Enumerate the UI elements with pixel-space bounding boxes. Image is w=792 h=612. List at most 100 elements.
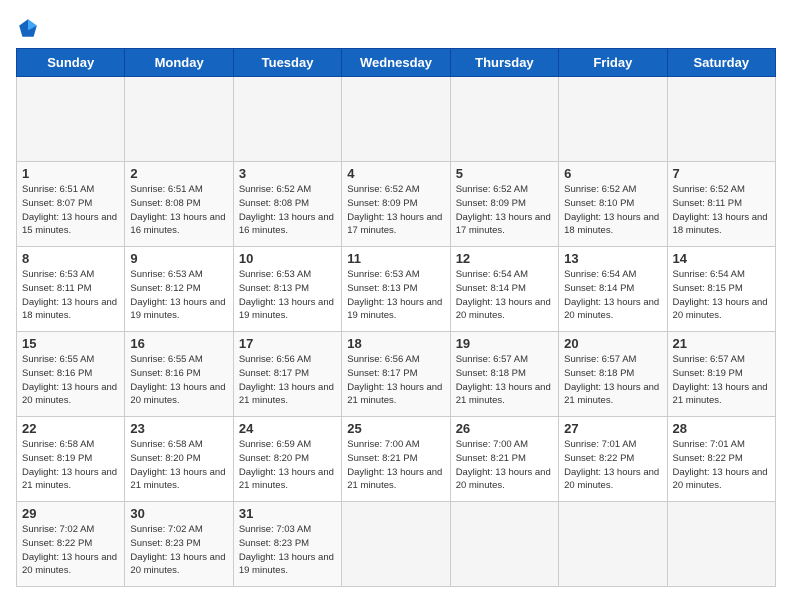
calendar-cell: 21 Sunrise: 6:57 AMSunset: 8:19 PMDayligh… <box>667 332 775 417</box>
calendar-cell: 29 Sunrise: 7:02 AMSunset: 8:22 PMDayligh… <box>17 502 125 587</box>
calendar-cell: 30Sunrise: 7:02 AMSunset: 8:23 PMDayligh… <box>125 502 233 587</box>
day-detail: Sunrise: 6:54 AMSunset: 8:14 PMDaylight:… <box>564 268 661 323</box>
calendar-cell: 19 Sunrise: 6:57 AMSunset: 8:18 PMDayligh… <box>450 332 558 417</box>
day-of-week-header: Thursday <box>450 49 558 77</box>
day-number: 14 <box>673 251 770 266</box>
calendar-cell: 16 Sunrise: 6:55 AMSunset: 8:16 PMDayligh… <box>125 332 233 417</box>
calendar-week-row: 29 Sunrise: 7:02 AMSunset: 8:22 PMDayligh… <box>17 502 776 587</box>
calendar-cell: 4Sunrise: 6:52 AMSunset: 8:09 PMDaylight… <box>342 162 450 247</box>
calendar-cell: 3Sunrise: 6:52 AMSunset: 8:08 PMDaylight… <box>233 162 341 247</box>
day-number: 23 <box>130 421 227 436</box>
page-header <box>16 16 776 40</box>
day-detail: Sunrise: 6:55 AMSunset: 8:16 PMDaylight:… <box>130 353 227 408</box>
calendar-week-row <box>17 77 776 162</box>
calendar-week-row: 15 Sunrise: 6:55 AMSunset: 8:16 PMDayligh… <box>17 332 776 417</box>
day-detail: Sunrise: 7:02 AMSunset: 8:22 PMDaylight:… <box>22 523 119 578</box>
day-detail: Sunrise: 6:56 AMSunset: 8:17 PMDaylight:… <box>239 353 336 408</box>
day-number: 7 <box>673 166 770 181</box>
day-detail: Sunrise: 7:01 AMSunset: 8:22 PMDaylight:… <box>564 438 661 493</box>
day-of-week-header: Sunday <box>17 49 125 77</box>
day-of-week-header: Friday <box>559 49 667 77</box>
calendar-cell: 9Sunrise: 6:53 AMSunset: 8:12 PMDaylight… <box>125 247 233 332</box>
day-number: 16 <box>130 336 227 351</box>
day-number: 2 <box>130 166 227 181</box>
day-detail: Sunrise: 6:53 AMSunset: 8:13 PMDaylight:… <box>239 268 336 323</box>
day-detail: Sunrise: 6:54 AMSunset: 8:14 PMDaylight:… <box>456 268 553 323</box>
day-detail: Sunrise: 6:55 AMSunset: 8:16 PMDaylight:… <box>22 353 119 408</box>
calendar-cell: 13 Sunrise: 6:54 AMSunset: 8:14 PMDayligh… <box>559 247 667 332</box>
calendar-cell: 7 Sunrise: 6:52 AMSunset: 8:11 PMDaylight… <box>667 162 775 247</box>
day-number: 24 <box>239 421 336 436</box>
day-detail: Sunrise: 6:53 AMSunset: 8:12 PMDaylight:… <box>130 268 227 323</box>
day-detail: Sunrise: 7:00 AMSunset: 8:21 PMDaylight:… <box>347 438 444 493</box>
calendar-week-row: 8 Sunrise: 6:53 AMSunset: 8:11 PMDaylight… <box>17 247 776 332</box>
calendar-cell <box>450 502 558 587</box>
day-detail: Sunrise: 6:52 AMSunset: 8:09 PMDaylight:… <box>456 183 553 238</box>
calendar-cell: 15 Sunrise: 6:55 AMSunset: 8:16 PMDayligh… <box>17 332 125 417</box>
day-number: 22 <box>22 421 119 436</box>
calendar-cell: 12 Sunrise: 6:54 AMSunset: 8:14 PMDayligh… <box>450 247 558 332</box>
calendar-cell: 26 Sunrise: 7:00 AMSunset: 8:21 PMDayligh… <box>450 417 558 502</box>
day-number: 6 <box>564 166 661 181</box>
day-detail: Sunrise: 6:53 AMSunset: 8:13 PMDaylight:… <box>347 268 444 323</box>
calendar-cell: 24 Sunrise: 6:59 AMSunset: 8:20 PMDayligh… <box>233 417 341 502</box>
calendar-week-row: 22Sunrise: 6:58 AMSunset: 8:19 PMDayligh… <box>17 417 776 502</box>
day-number: 1 <box>22 166 119 181</box>
day-detail: Sunrise: 6:57 AMSunset: 8:19 PMDaylight:… <box>673 353 770 408</box>
day-of-week-header: Saturday <box>667 49 775 77</box>
calendar-cell <box>233 77 341 162</box>
day-number: 21 <box>673 336 770 351</box>
day-number: 31 <box>239 506 336 521</box>
day-detail: Sunrise: 6:52 AMSunset: 8:11 PMDaylight:… <box>673 183 770 238</box>
day-number: 12 <box>456 251 553 266</box>
calendar-cell: 27Sunrise: 7:01 AMSunset: 8:22 PMDayligh… <box>559 417 667 502</box>
day-detail: Sunrise: 7:01 AMSunset: 8:22 PMDaylight:… <box>673 438 770 493</box>
calendar-cell <box>559 77 667 162</box>
calendar-cell: 17 Sunrise: 6:56 AMSunset: 8:17 PMDayligh… <box>233 332 341 417</box>
calendar-cell: 23 Sunrise: 6:58 AMSunset: 8:20 PMDayligh… <box>125 417 233 502</box>
day-number: 29 <box>22 506 119 521</box>
calendar-cell: 31 Sunrise: 7:03 AMSunset: 8:23 PMDayligh… <box>233 502 341 587</box>
logo <box>16 16 44 40</box>
day-detail: Sunrise: 6:52 AMSunset: 8:10 PMDaylight:… <box>564 183 661 238</box>
day-detail: Sunrise: 6:52 AMSunset: 8:09 PMDaylight:… <box>347 183 444 238</box>
calendar-cell: 14 Sunrise: 6:54 AMSunset: 8:15 PMDayligh… <box>667 247 775 332</box>
day-detail: Sunrise: 7:02 AMSunset: 8:23 PMDaylight:… <box>130 523 227 578</box>
day-detail: Sunrise: 6:58 AMSunset: 8:20 PMDaylight:… <box>130 438 227 493</box>
day-detail: Sunrise: 6:53 AMSunset: 8:11 PMDaylight:… <box>22 268 119 323</box>
calendar-cell: 22Sunrise: 6:58 AMSunset: 8:19 PMDayligh… <box>17 417 125 502</box>
calendar-cell: 2Sunrise: 6:51 AMSunset: 8:08 PMDaylight… <box>125 162 233 247</box>
calendar-cell: 20Sunrise: 6:57 AMSunset: 8:18 PMDayligh… <box>559 332 667 417</box>
day-number: 8 <box>22 251 119 266</box>
day-detail: Sunrise: 6:57 AMSunset: 8:18 PMDaylight:… <box>456 353 553 408</box>
calendar-cell <box>342 77 450 162</box>
calendar-cell: 10Sunrise: 6:53 AMSunset: 8:13 PMDayligh… <box>233 247 341 332</box>
day-number: 19 <box>456 336 553 351</box>
calendar-week-row: 1Sunrise: 6:51 AMSunset: 8:07 PMDaylight… <box>17 162 776 247</box>
calendar-cell <box>667 77 775 162</box>
day-number: 13 <box>564 251 661 266</box>
day-number: 20 <box>564 336 661 351</box>
day-number: 3 <box>239 166 336 181</box>
day-number: 17 <box>239 336 336 351</box>
calendar-table: SundayMondayTuesdayWednesdayThursdayFrid… <box>16 48 776 587</box>
day-detail: Sunrise: 6:54 AMSunset: 8:15 PMDaylight:… <box>673 268 770 323</box>
calendar-cell: 6 Sunrise: 6:52 AMSunset: 8:10 PMDaylight… <box>559 162 667 247</box>
day-number: 15 <box>22 336 119 351</box>
calendar-cell <box>125 77 233 162</box>
day-detail: Sunrise: 7:00 AMSunset: 8:21 PMDaylight:… <box>456 438 553 493</box>
calendar-cell <box>17 77 125 162</box>
day-number: 26 <box>456 421 553 436</box>
calendar-cell: 5 Sunrise: 6:52 AMSunset: 8:09 PMDaylight… <box>450 162 558 247</box>
calendar-cell <box>559 502 667 587</box>
calendar-cell: 1Sunrise: 6:51 AMSunset: 8:07 PMDaylight… <box>17 162 125 247</box>
day-number: 25 <box>347 421 444 436</box>
day-detail: Sunrise: 6:59 AMSunset: 8:20 PMDaylight:… <box>239 438 336 493</box>
day-detail: Sunrise: 7:03 AMSunset: 8:23 PMDaylight:… <box>239 523 336 578</box>
day-of-week-header: Wednesday <box>342 49 450 77</box>
calendar-cell: 11Sunrise: 6:53 AMSunset: 8:13 PMDayligh… <box>342 247 450 332</box>
day-of-week-header: Tuesday <box>233 49 341 77</box>
day-number: 5 <box>456 166 553 181</box>
calendar-cell: 28Sunrise: 7:01 AMSunset: 8:22 PMDayligh… <box>667 417 775 502</box>
day-number: 18 <box>347 336 444 351</box>
